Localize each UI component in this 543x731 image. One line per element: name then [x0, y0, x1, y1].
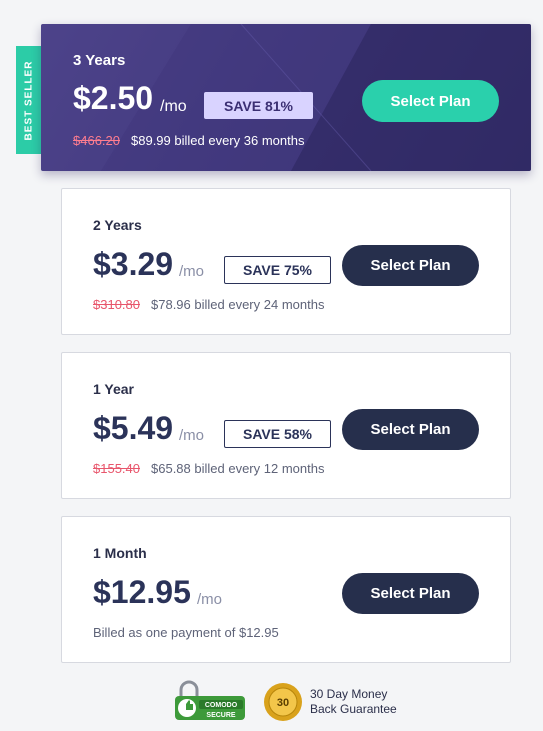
save-badge: SAVE 58% — [224, 420, 331, 448]
price-unit: /mo — [160, 98, 187, 115]
save-badge: SAVE 75% — [224, 256, 331, 284]
plan-term: 1 Month — [93, 545, 147, 561]
plan-term: 3 Years — [73, 52, 126, 69]
best-seller-ribbon: BEST SELLER — [16, 46, 41, 154]
plan-card-3-years: 3 Years $2.50 /mo SAVE 81% $466.20 $89.9… — [41, 24, 531, 171]
billing-note: Billed as one payment of $12.95 — [93, 625, 279, 640]
price-unit: /mo — [197, 591, 223, 608]
gold-medal-icon: 30 — [264, 683, 302, 721]
price-unit: /mo — [179, 263, 205, 280]
padlock-icon — [179, 680, 199, 696]
price-unit: /mo — [179, 427, 205, 444]
plan-price: $2.50 — [73, 80, 154, 116]
comodo-top-text: COMODO — [205, 702, 238, 709]
select-plan-button[interactable]: Select Plan — [342, 573, 479, 614]
plan-term: 1 Year — [93, 381, 135, 397]
plan-price: $12.95 — [93, 574, 191, 610]
guarantee-line-1: 30 Day Money — [310, 687, 388, 701]
comodo-bottom-text: SECURE — [206, 712, 236, 719]
billing-note: $89.99 billed every 36 months — [131, 133, 305, 148]
plan-card-1-month: 1 Month $12.95 /mo Billed as one payment… — [61, 516, 511, 663]
plan-card-1-year: 1 Year $5.49 /mo SAVE 58% $155.40 $65.88… — [61, 352, 511, 499]
original-price: $466.20 — [73, 133, 120, 148]
original-price: $310.80 — [93, 297, 140, 312]
select-plan-button[interactable]: Select Plan — [342, 409, 479, 450]
medal-text: 30 — [277, 697, 289, 709]
best-seller-label: BEST SELLER — [23, 60, 34, 140]
original-price: $155.40 — [93, 461, 140, 476]
plan-price: $3.29 — [93, 246, 174, 282]
plan-price: $5.49 — [93, 410, 174, 446]
plan-card-2-years: 2 Years $3.29 /mo SAVE 75% $310.80 $78.9… — [61, 188, 511, 335]
money-back-guarantee: 30 Day Money Back Guarantee — [310, 687, 397, 717]
comodo-secure-badge: COMODO SECURE — [175, 680, 245, 720]
billing-note: $65.88 billed every 12 months — [151, 461, 325, 476]
trust-badges: COMODO SECURE 30 30 Day Money Back Guara… — [175, 680, 425, 724]
billing-note: $78.96 billed every 24 months — [151, 297, 325, 312]
plan-term: 2 Years — [93, 217, 142, 233]
guarantee-line-2: Back Guarantee — [310, 702, 397, 716]
save-badge: SAVE 81% — [204, 92, 313, 119]
select-plan-button[interactable]: Select Plan — [362, 80, 499, 122]
select-plan-button[interactable]: Select Plan — [342, 245, 479, 286]
